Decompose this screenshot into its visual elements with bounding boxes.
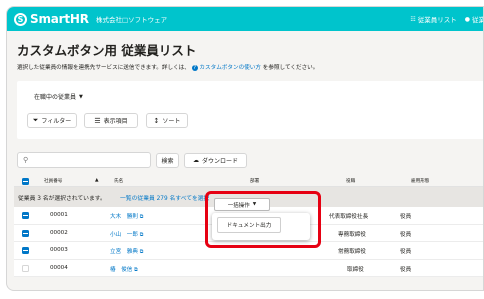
filter-icon: ⏷ <box>32 116 39 124</box>
column-employment-type[interactable]: 雇用形態 <box>411 178 429 184</box>
table-row[interactable]: 00004 椿 俊信 ⧉ 取締役 役員 <box>14 259 483 277</box>
highlight-annotation <box>205 191 321 248</box>
table-header: 社員番号 ▲ 氏名 部署 役職 雇用形態 <box>14 175 483 187</box>
cloud-download-icon: ☁ <box>192 157 199 164</box>
select-all-employees-link[interactable]: 一覧の従業員 279 名すべてを選択 <box>120 193 209 202</box>
search-icon: ⚲ <box>23 156 29 164</box>
employee-id: 00001 <box>50 212 68 218</box>
top-header: S SmartHR 株式会社□ソフトウェア ☷ 従業員リスト ● 従業 <box>7 7 484 31</box>
columns-icon: ☰ <box>94 116 101 125</box>
external-link-icon: ⧉ <box>134 266 138 273</box>
nav-employee-list[interactable]: ☷ 従業員リスト <box>410 14 457 25</box>
external-link-icon: ⧉ <box>139 249 144 255</box>
employee-status-label: 在職中の従業員 <box>34 94 77 101</box>
filter-button[interactable]: ⏷ フィルター <box>27 113 77 128</box>
employee-title: 取締役 <box>347 266 364 273</box>
select-all-checkbox[interactable] <box>22 177 29 185</box>
sort-arrow-icon[interactable]: ▲ <box>95 178 99 183</box>
employee-id: 00004 <box>50 264 68 271</box>
column-employee-id[interactable]: 社員番号 <box>44 178 62 184</box>
employee-name-link[interactable]: 小山 一郎 ⧉ <box>110 230 143 238</box>
columns-button[interactable]: ☰ 表示項目 <box>84 113 138 128</box>
external-link-icon: ⧉ <box>139 231 144 238</box>
employee-title: 代表取締役社長 <box>329 214 369 220</box>
employee-title: 常務取締役 <box>338 249 366 255</box>
row-checkbox[interactable] <box>22 212 29 219</box>
page-title: カスタムボタン用 従業員リスト <box>17 43 197 58</box>
employee-name: 大木 勝則 <box>110 214 138 220</box>
user-icon: ● <box>464 15 470 23</box>
download-button[interactable]: ☁ ダウンロード <box>184 153 247 168</box>
company-name: 株式会社□ソフトウェア <box>96 16 168 24</box>
selection-message: 従業員 3 名が選択されています。 <box>18 196 106 202</box>
row-checkbox[interactable] <box>22 229 29 237</box>
employment-type: 役員 <box>400 249 412 255</box>
list-icon: ☷ <box>410 15 416 23</box>
employee-title: 専務取締役 <box>338 231 366 238</box>
employee-name: 小山 一郎 <box>110 231 138 238</box>
download-button-label: ダウンロード <box>201 158 238 165</box>
sort-icon: ↕ <box>153 116 160 125</box>
column-name[interactable]: 氏名 <box>114 178 123 184</box>
smarthr-logo[interactable]: S SmartHR <box>14 12 89 26</box>
columns-button-label: 表示項目 <box>103 118 128 125</box>
employee-name-link[interactable]: 立宮 雅典 ⧉ <box>110 247 143 255</box>
sort-button-label: ソート <box>162 118 181 125</box>
external-link-icon: ⧉ <box>139 214 144 220</box>
nav-employee-list-label: 従業員リスト <box>417 16 457 24</box>
employee-status-select[interactable]: 在職中の従業員 ▼ <box>34 92 83 102</box>
column-title[interactable]: 役職 <box>346 178 355 184</box>
row-checkbox[interactable] <box>22 247 29 254</box>
employee-name: 立宮 雅典 <box>110 249 138 255</box>
employee-id: 00003 <box>50 247 68 253</box>
page-description: 選択した従業員の情報を連携先サービスに送信できます。詳しくは、 ? カスタムボタ… <box>17 63 318 71</box>
filter-button-label: フィルター <box>41 118 72 125</box>
employee-name-link[interactable]: 大木 勝則 ⧉ <box>110 212 143 220</box>
nav-user-menu[interactable]: ● 従業 <box>464 14 484 25</box>
filter-panel: 在職中の従業員 ▼ ⏷ フィルター ☰ 表示項目 ↕ ソート <box>17 81 483 139</box>
search-input[interactable]: ⚲ <box>17 152 151 168</box>
logo-text: SmartHR <box>30 12 89 26</box>
custom-button-help-link[interactable]: カスタムボタンの使い方 <box>199 65 261 71</box>
app-window: S SmartHR 株式会社□ソフトウェア ☷ 従業員リスト ● 従業 カスタム… <box>6 6 484 291</box>
employee-id: 00002 <box>50 229 68 236</box>
employment-type: 役員 <box>400 266 412 273</box>
header-nav: ☷ 従業員リスト ● 従業 <box>410 14 484 25</box>
nav-user-label: 従業 <box>472 16 484 24</box>
row-checkbox[interactable] <box>22 264 29 272</box>
caret-down-icon: ▼ <box>79 93 83 100</box>
sort-button[interactable]: ↕ ソート <box>146 113 188 128</box>
search-button[interactable]: 検索 <box>156 153 179 168</box>
employment-type: 役員 <box>400 214 412 220</box>
help-icon: ? <box>191 64 198 71</box>
description-suffix: を参照してください。 <box>262 65 319 71</box>
logo-mark-icon: S <box>14 12 27 26</box>
employee-name-link[interactable]: 椿 俊信 ⧉ <box>110 265 138 273</box>
employment-type: 役員 <box>400 231 412 238</box>
column-department[interactable]: 部署 <box>250 178 259 184</box>
description-prefix: 選択した従業員の情報を連携先サービスに送信できます。詳しくは、 <box>17 65 190 71</box>
employee-name: 椿 俊信 <box>110 266 133 273</box>
